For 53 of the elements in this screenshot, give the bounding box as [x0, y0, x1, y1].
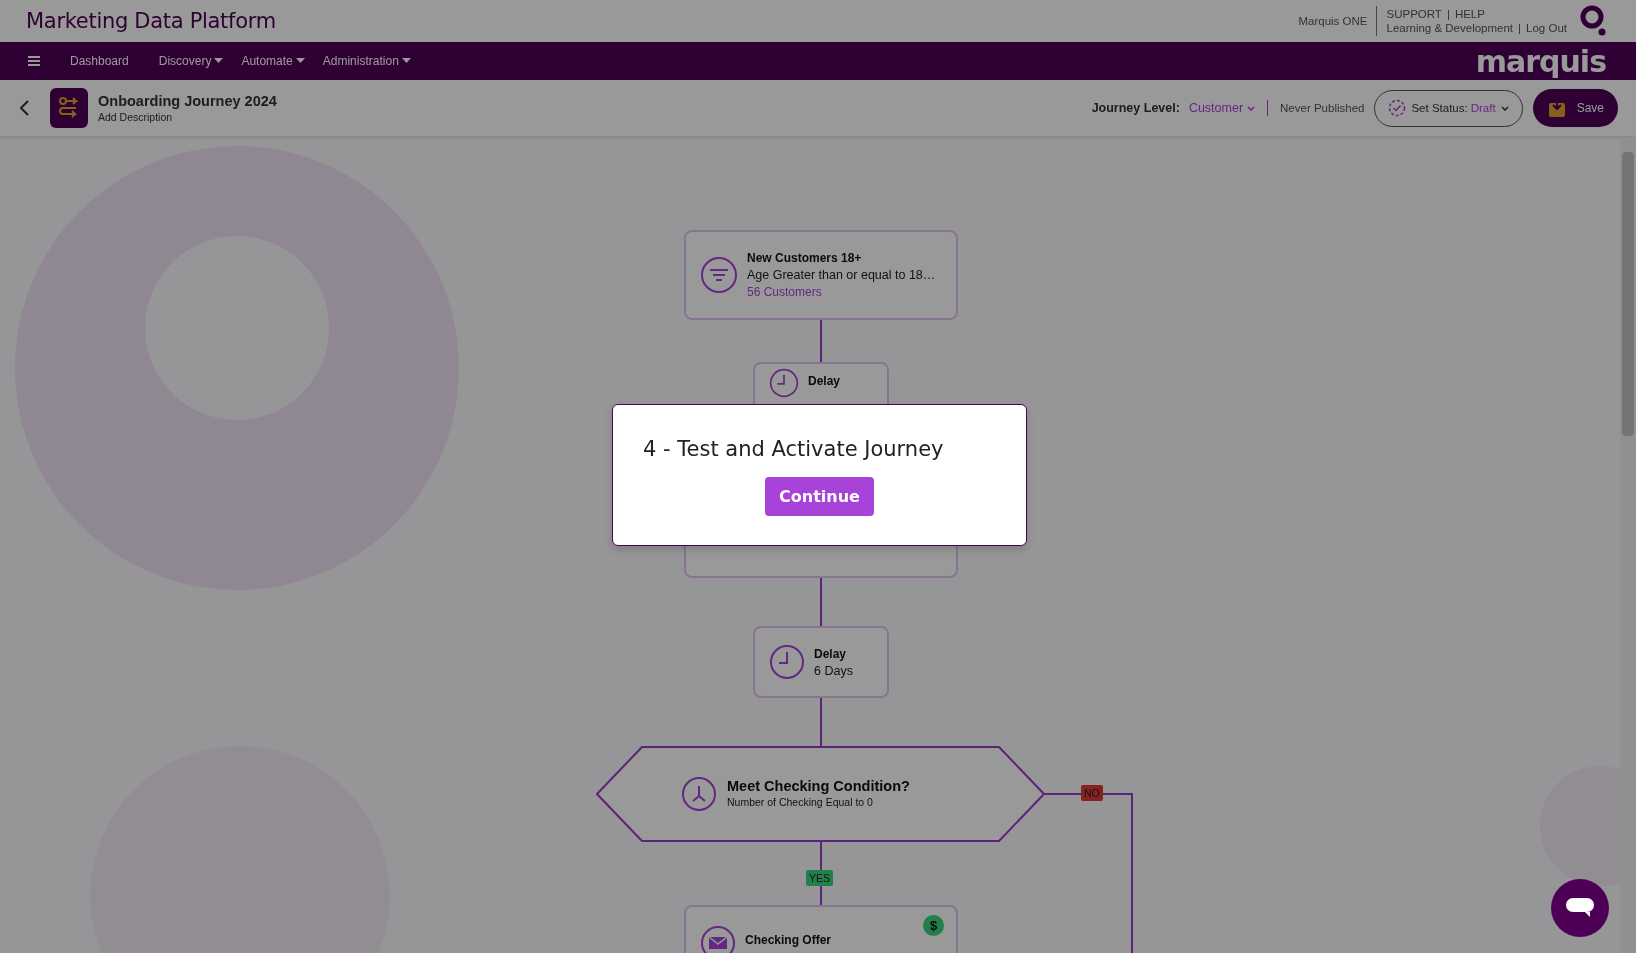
- header-link[interactable]: SUPPORT: [1386, 8, 1442, 20]
- check-circle-icon: [1388, 99, 1407, 117]
- email-node[interactable]: Checking Offer $: [684, 905, 958, 953]
- menu-icon[interactable]: [28, 56, 40, 66]
- node-title: Delay: [814, 646, 848, 661]
- journey-title: Onboarding Journey 2024: [98, 93, 277, 109]
- node-description: Age Greater than or equal to 18…: [747, 268, 936, 282]
- yes-branch-label: YES: [806, 870, 833, 886]
- header-link[interactable]: Learning & Development: [1386, 22, 1514, 34]
- delay-node[interactable]: Delay 6 Days: [753, 626, 889, 698]
- connector-line: [820, 697, 822, 747]
- save-button[interactable]: Save: [1532, 89, 1618, 127]
- journey-level-dropdown[interactable]: Customer: [1188, 101, 1256, 115]
- link-separator: |: [1518, 22, 1522, 34]
- node-title: Delay: [808, 374, 841, 388]
- dialog-title: 4 - Test and Activate Journey: [643, 437, 944, 461]
- audience-node[interactable]: New Customers 18+ Age Greater than or equal to 18… 56 Customers: [684, 230, 958, 320]
- node-title: Checking Offer: [745, 933, 831, 947]
- app-title: Marketing Data Platform: [26, 9, 276, 33]
- add-description-link[interactable]: Add Description: [98, 111, 277, 123]
- no-branch-label: NO: [1081, 785, 1103, 801]
- node-title: Meet Checking Condition?: [727, 778, 910, 794]
- offer-badge: $: [923, 915, 944, 936]
- set-status-button[interactable]: Set Status: Draft: [1374, 89, 1523, 127]
- search-icon[interactable]: [1580, 5, 1608, 37]
- continue-button[interactable]: Continue: [765, 477, 874, 516]
- decision-node[interactable]: [596, 746, 1045, 842]
- customer-count-link[interactable]: 56 Customers: [747, 285, 936, 299]
- back-icon[interactable]: [18, 99, 30, 117]
- nav-menu-item[interactable]: Automate: [241, 54, 305, 68]
- chevron-icon: [1500, 105, 1509, 111]
- envelope-icon: [700, 925, 736, 953]
- node-title: New Customers 18+: [747, 251, 863, 265]
- split-icon: [681, 776, 717, 812]
- journey-icon: [50, 88, 88, 128]
- clock-icon: [769, 368, 799, 398]
- filter-icon: [700, 256, 738, 294]
- journey-level-label: Journey Level:: [1091, 101, 1180, 115]
- connector-line: [820, 577, 822, 627]
- header-link[interactable]: HELP: [1454, 8, 1485, 20]
- scrollbar[interactable]: [1620, 140, 1636, 953]
- node-description: Number of Checking Equal to 0: [727, 796, 874, 808]
- product-link[interactable]: Marquis ONE: [1298, 15, 1368, 27]
- clock-icon: [769, 644, 805, 680]
- company-logo: marquis: [1475, 43, 1606, 79]
- delay-duration: 6 Days: [814, 663, 853, 678]
- publish-status: Never Published: [1280, 102, 1365, 114]
- header-link[interactable]: Log Out: [1526, 22, 1567, 34]
- chevron-icon: [1247, 105, 1256, 111]
- nav-menu-item[interactable]: Dashboard: [70, 54, 129, 68]
- link-separator: |: [1446, 8, 1450, 20]
- nav-menu-item[interactable]: Administration: [322, 54, 411, 68]
- nav-menu-item[interactable]: Discovery: [158, 54, 224, 68]
